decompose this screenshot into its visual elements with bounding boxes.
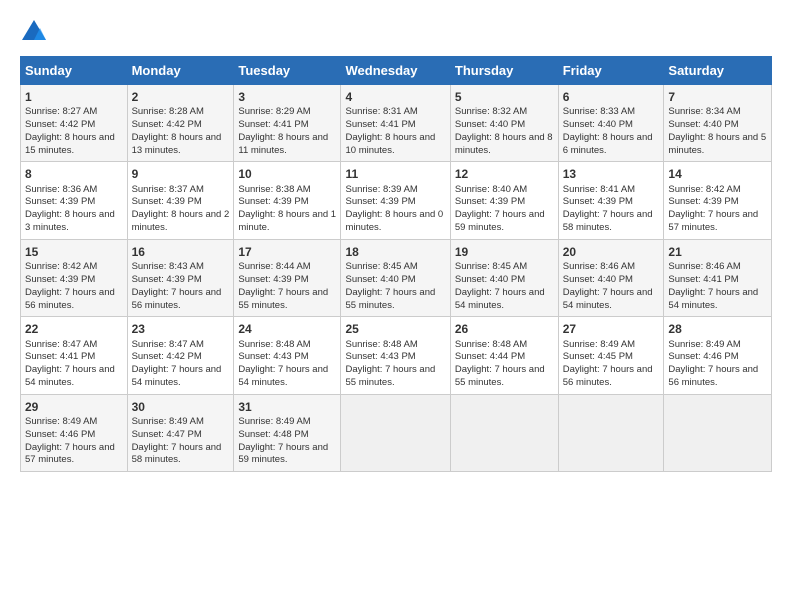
calendar-cell: 15Sunrise: 8:42 AMSunset: 4:39 PMDayligh…	[21, 239, 128, 316]
col-header-thursday: Thursday	[450, 57, 558, 85]
calendar-cell: 11Sunrise: 8:39 AMSunset: 4:39 PMDayligh…	[341, 162, 450, 239]
calendar-cell: 16Sunrise: 8:43 AMSunset: 4:39 PMDayligh…	[127, 239, 234, 316]
week-row-3: 22Sunrise: 8:47 AMSunset: 4:41 PMDayligh…	[21, 317, 772, 394]
day-number: 7	[668, 89, 767, 105]
day-number: 14	[668, 166, 767, 182]
calendar-cell: 8Sunrise: 8:36 AMSunset: 4:39 PMDaylight…	[21, 162, 128, 239]
calendar-cell: 9Sunrise: 8:37 AMSunset: 4:39 PMDaylight…	[127, 162, 234, 239]
calendar-cell: 7Sunrise: 8:34 AMSunset: 4:40 PMDaylight…	[664, 85, 772, 162]
calendar-cell: 13Sunrise: 8:41 AMSunset: 4:39 PMDayligh…	[558, 162, 664, 239]
calendar-cell: 4Sunrise: 8:31 AMSunset: 4:41 PMDaylight…	[341, 85, 450, 162]
day-number: 12	[455, 166, 554, 182]
col-header-saturday: Saturday	[664, 57, 772, 85]
calendar-cell: 2Sunrise: 8:28 AMSunset: 4:42 PMDaylight…	[127, 85, 234, 162]
day-number: 4	[345, 89, 445, 105]
day-number: 1	[25, 89, 123, 105]
calendar-cell: 27Sunrise: 8:49 AMSunset: 4:45 PMDayligh…	[558, 317, 664, 394]
day-number: 28	[668, 321, 767, 337]
col-header-tuesday: Tuesday	[234, 57, 341, 85]
calendar-cell: 1Sunrise: 8:27 AMSunset: 4:42 PMDaylight…	[21, 85, 128, 162]
day-number: 9	[132, 166, 230, 182]
day-number: 11	[345, 166, 445, 182]
day-number: 20	[563, 244, 660, 260]
calendar-cell: 17Sunrise: 8:44 AMSunset: 4:39 PMDayligh…	[234, 239, 341, 316]
calendar-cell: 24Sunrise: 8:48 AMSunset: 4:43 PMDayligh…	[234, 317, 341, 394]
calendar-cell: 12Sunrise: 8:40 AMSunset: 4:39 PMDayligh…	[450, 162, 558, 239]
calendar-cell: 19Sunrise: 8:45 AMSunset: 4:40 PMDayligh…	[450, 239, 558, 316]
day-number: 30	[132, 399, 230, 415]
calendar-cell: 25Sunrise: 8:48 AMSunset: 4:43 PMDayligh…	[341, 317, 450, 394]
day-number: 6	[563, 89, 660, 105]
calendar-cell: 18Sunrise: 8:45 AMSunset: 4:40 PMDayligh…	[341, 239, 450, 316]
day-number: 8	[25, 166, 123, 182]
day-number: 31	[238, 399, 336, 415]
day-number: 26	[455, 321, 554, 337]
calendar-cell: 22Sunrise: 8:47 AMSunset: 4:41 PMDayligh…	[21, 317, 128, 394]
calendar-cell: 30Sunrise: 8:49 AMSunset: 4:47 PMDayligh…	[127, 394, 234, 471]
week-row-2: 15Sunrise: 8:42 AMSunset: 4:39 PMDayligh…	[21, 239, 772, 316]
calendar-cell: 10Sunrise: 8:38 AMSunset: 4:39 PMDayligh…	[234, 162, 341, 239]
day-number: 23	[132, 321, 230, 337]
header	[20, 18, 772, 46]
calendar-cell: 29Sunrise: 8:49 AMSunset: 4:46 PMDayligh…	[21, 394, 128, 471]
day-number: 22	[25, 321, 123, 337]
calendar-cell	[341, 394, 450, 471]
day-number: 10	[238, 166, 336, 182]
day-number: 21	[668, 244, 767, 260]
calendar-cell: 3Sunrise: 8:29 AMSunset: 4:41 PMDaylight…	[234, 85, 341, 162]
calendar-cell: 5Sunrise: 8:32 AMSunset: 4:40 PMDaylight…	[450, 85, 558, 162]
week-row-0: 1Sunrise: 8:27 AMSunset: 4:42 PMDaylight…	[21, 85, 772, 162]
logo-icon	[20, 18, 48, 46]
calendar-cell	[450, 394, 558, 471]
day-number: 24	[238, 321, 336, 337]
page: SundayMondayTuesdayWednesdayThursdayFrid…	[0, 0, 792, 482]
col-header-friday: Friday	[558, 57, 664, 85]
header-row: SundayMondayTuesdayWednesdayThursdayFrid…	[21, 57, 772, 85]
day-number: 15	[25, 244, 123, 260]
day-number: 13	[563, 166, 660, 182]
col-header-wednesday: Wednesday	[341, 57, 450, 85]
col-header-sunday: Sunday	[21, 57, 128, 85]
calendar-table: SundayMondayTuesdayWednesdayThursdayFrid…	[20, 56, 772, 472]
day-number: 25	[345, 321, 445, 337]
day-number: 17	[238, 244, 336, 260]
day-number: 2	[132, 89, 230, 105]
col-header-monday: Monday	[127, 57, 234, 85]
calendar-cell: 21Sunrise: 8:46 AMSunset: 4:41 PMDayligh…	[664, 239, 772, 316]
calendar-cell: 20Sunrise: 8:46 AMSunset: 4:40 PMDayligh…	[558, 239, 664, 316]
calendar-cell	[664, 394, 772, 471]
calendar-cell: 31Sunrise: 8:49 AMSunset: 4:48 PMDayligh…	[234, 394, 341, 471]
day-number: 5	[455, 89, 554, 105]
calendar-cell	[558, 394, 664, 471]
day-number: 3	[238, 89, 336, 105]
calendar-cell: 6Sunrise: 8:33 AMSunset: 4:40 PMDaylight…	[558, 85, 664, 162]
day-number: 29	[25, 399, 123, 415]
day-number: 16	[132, 244, 230, 260]
calendar-cell: 23Sunrise: 8:47 AMSunset: 4:42 PMDayligh…	[127, 317, 234, 394]
week-row-1: 8Sunrise: 8:36 AMSunset: 4:39 PMDaylight…	[21, 162, 772, 239]
day-number: 19	[455, 244, 554, 260]
week-row-4: 29Sunrise: 8:49 AMSunset: 4:46 PMDayligh…	[21, 394, 772, 471]
day-number: 27	[563, 321, 660, 337]
calendar-cell: 28Sunrise: 8:49 AMSunset: 4:46 PMDayligh…	[664, 317, 772, 394]
calendar-cell: 14Sunrise: 8:42 AMSunset: 4:39 PMDayligh…	[664, 162, 772, 239]
day-number: 18	[345, 244, 445, 260]
logo	[20, 18, 52, 46]
calendar-cell: 26Sunrise: 8:48 AMSunset: 4:44 PMDayligh…	[450, 317, 558, 394]
